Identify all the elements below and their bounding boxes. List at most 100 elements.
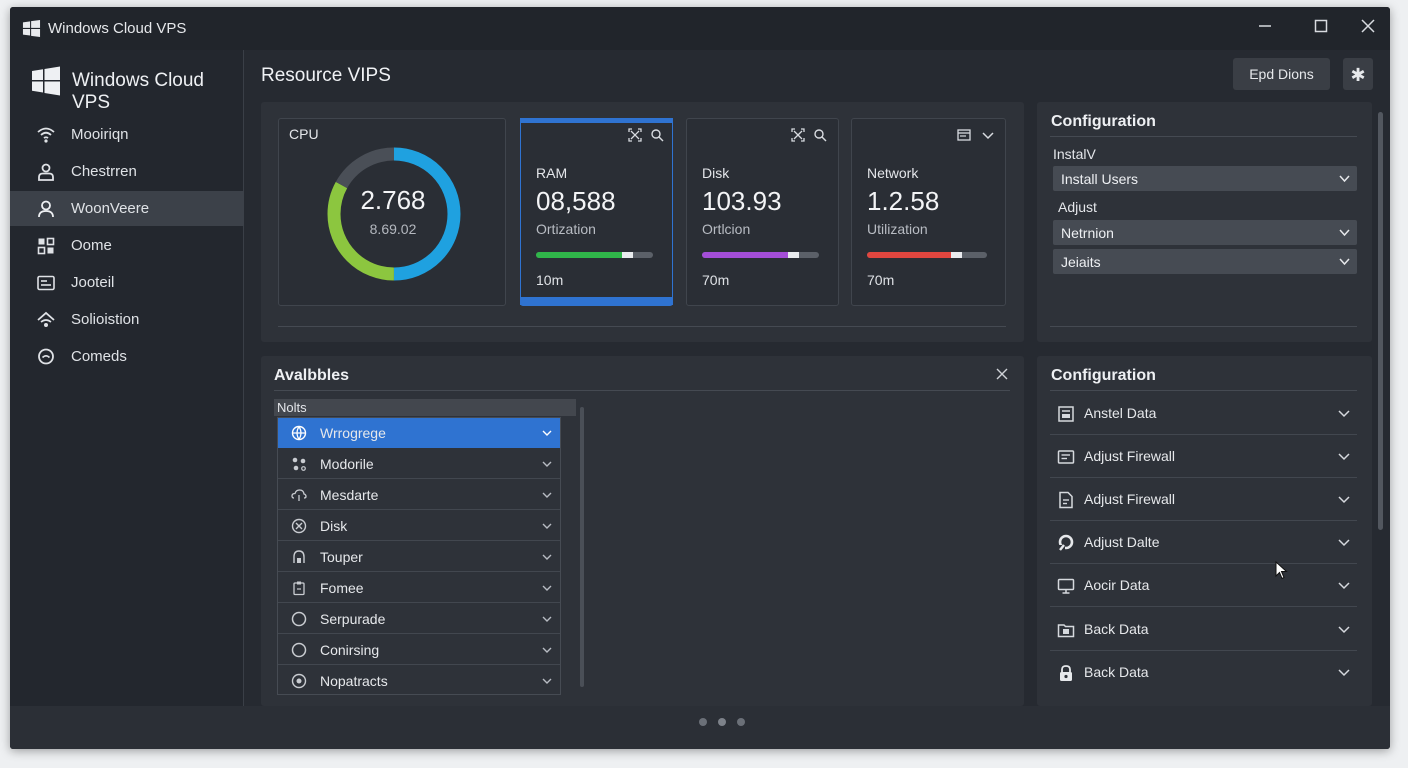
network-time: 70m bbox=[867, 272, 895, 288]
search-icon[interactable] bbox=[813, 128, 827, 142]
accordion-label: Adjust Firewall bbox=[1084, 448, 1176, 464]
card-tools bbox=[957, 128, 995, 144]
accordion-item-install-data[interactable]: Anstel Data bbox=[1050, 392, 1357, 435]
accordion-item-adjust-firewall[interactable]: Adjust Firewall bbox=[1050, 435, 1357, 478]
close-button[interactable] bbox=[1353, 16, 1383, 42]
network-card[interactable]: Network 1.2.58 Utilization 70m bbox=[851, 118, 1006, 306]
list-item[interactable]: Touper bbox=[278, 542, 560, 572]
chevron-down-icon bbox=[1339, 258, 1350, 266]
disk-card[interactable]: Disk 103.93 Ortlcion 70m bbox=[686, 118, 839, 306]
sidebar-item-monitoring[interactable]: Mooiriqn bbox=[10, 117, 244, 152]
pager-dot[interactable] bbox=[737, 718, 745, 726]
expand-icon[interactable] bbox=[628, 128, 642, 142]
network-select[interactable]: Netrnion bbox=[1053, 220, 1357, 245]
sidebar-item-label: Chestrren bbox=[71, 163, 137, 180]
lock-data-icon bbox=[1060, 665, 1072, 681]
window-title: Windows Cloud VPS bbox=[48, 20, 187, 37]
network-label: Network bbox=[867, 165, 919, 181]
install-users-select[interactable]: Install Users bbox=[1053, 166, 1357, 191]
sidebar-item-users[interactable]: Chestrren bbox=[10, 154, 244, 189]
accordion-label: Adjust Firewall bbox=[1084, 491, 1176, 507]
pager-dot[interactable] bbox=[718, 718, 726, 726]
monitor-icon bbox=[1057, 578, 1075, 594]
cpu-sub-value: 8.69.02 bbox=[369, 221, 417, 237]
bar-fill bbox=[702, 252, 799, 258]
minimize-button[interactable] bbox=[1250, 16, 1280, 42]
list-scrollbar[interactable] bbox=[580, 407, 584, 687]
title-bar[interactable]: Windows Cloud VPS bbox=[10, 7, 1390, 50]
window-icon[interactable] bbox=[957, 128, 971, 142]
bar-fill bbox=[867, 252, 962, 258]
cloud-icon bbox=[291, 489, 307, 501]
accordion-item-aocir-data[interactable]: Aocir Data bbox=[1050, 564, 1357, 607]
search-icon[interactable] bbox=[650, 128, 664, 142]
file-icon bbox=[1059, 491, 1073, 509]
disk-label: Disk bbox=[702, 165, 730, 181]
sidebar-item-workspace[interactable]: WoonVeere bbox=[10, 191, 244, 226]
chevron-down-icon bbox=[542, 430, 552, 436]
chevron-down-icon bbox=[542, 554, 552, 560]
list-item[interactable]: Conirsing bbox=[278, 635, 560, 665]
expand-icon[interactable] bbox=[791, 128, 805, 142]
list-item-label: Conirsing bbox=[320, 642, 380, 658]
list-item[interactable]: Disk bbox=[278, 511, 560, 541]
sidebar-item-jobs[interactable]: Jooteil bbox=[10, 265, 244, 300]
sidebar-item-home[interactable]: Oome bbox=[10, 228, 244, 263]
sidebar-item-label: Oome bbox=[71, 237, 112, 254]
chevron-down-icon bbox=[542, 523, 552, 529]
list-item[interactable]: Wrrogrege bbox=[278, 418, 560, 448]
sidebar-item-label: Jooteil bbox=[71, 274, 115, 291]
sidebar: Windows Cloud VPS Mooiriqn Chestrren Woo… bbox=[10, 50, 244, 706]
chevron-down-icon bbox=[1338, 539, 1350, 547]
disk-x-icon bbox=[291, 518, 307, 534]
disk-value: 103.93 bbox=[702, 186, 782, 216]
chevron-down-icon bbox=[542, 461, 552, 467]
accordion-item-back-data[interactable]: Back Data bbox=[1050, 608, 1357, 651]
divider bbox=[1050, 326, 1357, 327]
configuration-title: Configuration bbox=[1051, 367, 1156, 384]
maximize-button[interactable] bbox=[1306, 16, 1336, 42]
close-icon bbox=[1361, 19, 1375, 33]
edit-options-button[interactable]: Epd Dions bbox=[1233, 58, 1330, 90]
list-item-label: Disk bbox=[320, 518, 348, 534]
sidebar-item-label: Comeds bbox=[71, 348, 127, 365]
bar-tip bbox=[951, 252, 962, 258]
list-item[interactable]: Modorile bbox=[278, 449, 560, 479]
star-button[interactable]: ✱ bbox=[1343, 58, 1373, 90]
divider bbox=[1050, 136, 1357, 137]
select-value: Jeiaits bbox=[1061, 254, 1101, 270]
sidebar-item-comments[interactable]: Comeds bbox=[10, 339, 244, 374]
list-item[interactable]: Mesdarte bbox=[278, 480, 560, 510]
minimize-icon bbox=[1259, 25, 1271, 27]
sidebar-item-solutions[interactable]: Solioistion bbox=[10, 302, 244, 337]
globe-icon bbox=[291, 425, 307, 441]
list-item[interactable]: Serpurade bbox=[278, 604, 560, 634]
accordion-item-adjust-date[interactable]: Adjust Dalte bbox=[1050, 521, 1357, 564]
grid-icon bbox=[37, 237, 55, 255]
accordion-item-adjust-firewall-2[interactable]: Adjust Firewall bbox=[1050, 478, 1357, 521]
folder-icon bbox=[1057, 624, 1075, 638]
chevron-down-icon bbox=[1338, 496, 1350, 504]
accordion-item-back-data-2[interactable]: Back Data bbox=[1050, 651, 1357, 694]
close-icon[interactable] bbox=[996, 368, 1008, 380]
page-scrollbar[interactable] bbox=[1378, 112, 1383, 530]
firewall-icon bbox=[1057, 450, 1075, 464]
sidebar-item-label: Solioistion bbox=[71, 311, 140, 328]
bar-tip bbox=[622, 252, 633, 258]
bar-fill bbox=[536, 252, 633, 258]
pager-dot[interactable] bbox=[699, 718, 707, 726]
network-usage-bar bbox=[867, 252, 987, 258]
chevron-down-icon bbox=[1339, 229, 1350, 237]
list-item[interactable]: Nopatracts bbox=[278, 666, 560, 696]
ram-time: 10m bbox=[536, 272, 564, 288]
ram-card[interactable]: RAM 08,588 Ortization 10m bbox=[520, 118, 673, 306]
jobs-select[interactable]: Jeiaits bbox=[1053, 249, 1357, 274]
select-value: Install Users bbox=[1061, 171, 1139, 187]
chevron-down-icon[interactable] bbox=[981, 128, 995, 142]
target-icon bbox=[291, 673, 307, 689]
chevron-down-icon bbox=[542, 585, 552, 591]
accordion-label: Anstel Data bbox=[1084, 405, 1157, 421]
divider bbox=[1050, 390, 1357, 391]
cpu-card[interactable]: CPU 2.768 8.69.02 bbox=[278, 118, 506, 306]
list-item[interactable]: Fomee bbox=[278, 573, 560, 603]
